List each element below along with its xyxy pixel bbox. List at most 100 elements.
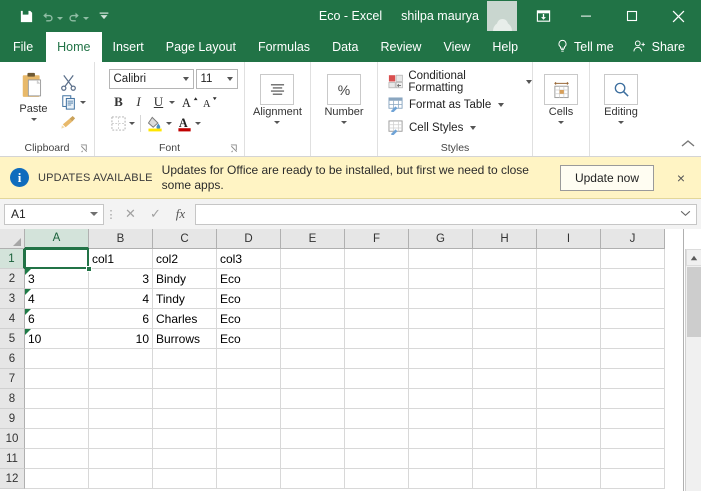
cell-I9[interactable] bbox=[537, 409, 601, 429]
fill-handle[interactable] bbox=[86, 266, 92, 272]
conditional-formatting-caret-icon[interactable] bbox=[526, 80, 532, 84]
cell-B11[interactable] bbox=[89, 449, 153, 469]
cell-B12[interactable] bbox=[89, 469, 153, 489]
conditional-formatting-button[interactable]: Conditional Formatting bbox=[384, 70, 532, 93]
cell-F5[interactable] bbox=[345, 329, 409, 349]
avatar[interactable] bbox=[487, 1, 517, 31]
cell-A10[interactable] bbox=[25, 429, 89, 449]
cell-D1[interactable]: col3 bbox=[217, 249, 281, 269]
cell-E5[interactable] bbox=[281, 329, 345, 349]
cell-styles-caret-icon[interactable] bbox=[470, 126, 476, 130]
row-header-3[interactable]: 3 bbox=[0, 289, 25, 309]
cell-F12[interactable] bbox=[345, 469, 409, 489]
cell-I12[interactable] bbox=[537, 469, 601, 489]
update-now-button[interactable]: Update now bbox=[560, 165, 654, 191]
format-as-table-button[interactable]: Format as Table bbox=[384, 93, 504, 116]
font-color-dropdown-caret-icon[interactable] bbox=[195, 122, 201, 125]
column-header-a[interactable]: A bbox=[25, 229, 89, 249]
cell-J4[interactable] bbox=[601, 309, 665, 329]
cell-J3[interactable] bbox=[601, 289, 665, 309]
cell-I10[interactable] bbox=[537, 429, 601, 449]
cell-F3[interactable] bbox=[345, 289, 409, 309]
save-icon[interactable] bbox=[14, 5, 38, 27]
cell-G2[interactable] bbox=[409, 269, 473, 289]
column-header-h[interactable]: H bbox=[473, 229, 537, 249]
cell-E8[interactable] bbox=[281, 389, 345, 409]
row-header-6[interactable]: 6 bbox=[0, 349, 25, 369]
cell-D11[interactable] bbox=[217, 449, 281, 469]
paste-dropdown-caret-icon[interactable] bbox=[31, 118, 37, 121]
cell-C3[interactable]: Tindy bbox=[153, 289, 217, 309]
cell-C12[interactable] bbox=[153, 469, 217, 489]
cell-B10[interactable] bbox=[89, 429, 153, 449]
increase-font-size-button[interactable]: A bbox=[181, 92, 201, 112]
cut-icon[interactable] bbox=[59, 72, 79, 92]
font-dialog-launcher-icon[interactable] bbox=[229, 142, 239, 152]
cell-F6[interactable] bbox=[345, 349, 409, 369]
cell-D7[interactable] bbox=[217, 369, 281, 389]
clipboard-dialog-launcher-icon[interactable] bbox=[79, 142, 89, 152]
cell-G8[interactable] bbox=[409, 389, 473, 409]
cell-C1[interactable]: col2 bbox=[153, 249, 217, 269]
notification-close-icon[interactable]: × bbox=[669, 170, 693, 186]
tab-file[interactable]: File bbox=[0, 32, 46, 62]
formula-input[interactable] bbox=[195, 204, 697, 225]
font-size-input[interactable]: 11 bbox=[196, 69, 238, 89]
name-box-caret-icon[interactable] bbox=[90, 212, 98, 216]
cell-E4[interactable] bbox=[281, 309, 345, 329]
scrollbar-thumb[interactable] bbox=[687, 267, 701, 337]
cell-H3[interactable] bbox=[473, 289, 537, 309]
cell-F4[interactable] bbox=[345, 309, 409, 329]
cell-G7[interactable] bbox=[409, 369, 473, 389]
cell-H8[interactable] bbox=[473, 389, 537, 409]
cell-F9[interactable] bbox=[345, 409, 409, 429]
cell-J10[interactable] bbox=[601, 429, 665, 449]
cell-B5[interactable]: 10 bbox=[89, 329, 153, 349]
cells-button[interactable]: Cells bbox=[540, 72, 582, 124]
alignment-dropdown-caret-icon[interactable] bbox=[274, 121, 280, 124]
cell-F8[interactable] bbox=[345, 389, 409, 409]
cell-E9[interactable] bbox=[281, 409, 345, 429]
cell-A6[interactable] bbox=[25, 349, 89, 369]
cell-D10[interactable] bbox=[217, 429, 281, 449]
cell-G6[interactable] bbox=[409, 349, 473, 369]
number-button[interactable]: % Number bbox=[320, 72, 367, 124]
cell-I1[interactable] bbox=[537, 249, 601, 269]
cell-J6[interactable] bbox=[601, 349, 665, 369]
insert-function-icon[interactable]: fx bbox=[168, 204, 193, 225]
cell-F1[interactable] bbox=[345, 249, 409, 269]
copy-icon[interactable] bbox=[59, 92, 79, 112]
cell-A9[interactable] bbox=[25, 409, 89, 429]
fill-color-button[interactable] bbox=[146, 113, 166, 133]
cell-C10[interactable] bbox=[153, 429, 217, 449]
cell-I5[interactable] bbox=[537, 329, 601, 349]
row-header-11[interactable]: 11 bbox=[0, 449, 25, 469]
cell-C9[interactable] bbox=[153, 409, 217, 429]
row-header-5[interactable]: 5 bbox=[0, 329, 25, 349]
cell-F11[interactable] bbox=[345, 449, 409, 469]
cell-E6[interactable] bbox=[281, 349, 345, 369]
cell-J1[interactable] bbox=[601, 249, 665, 269]
row-header-8[interactable]: 8 bbox=[0, 389, 25, 409]
cell-G5[interactable] bbox=[409, 329, 473, 349]
borders-dropdown-caret-icon[interactable] bbox=[129, 122, 135, 125]
cell-B3[interactable]: 4 bbox=[89, 289, 153, 309]
column-header-i[interactable]: I bbox=[537, 229, 601, 249]
cell-H9[interactable] bbox=[473, 409, 537, 429]
number-dropdown-caret-icon[interactable] bbox=[341, 121, 347, 124]
cell-E1[interactable] bbox=[281, 249, 345, 269]
row-header-7[interactable]: 7 bbox=[0, 369, 25, 389]
cell-G10[interactable] bbox=[409, 429, 473, 449]
cell-E7[interactable] bbox=[281, 369, 345, 389]
font-name-caret-icon[interactable] bbox=[183, 77, 189, 81]
redo-icon[interactable] bbox=[66, 5, 90, 27]
row-header-4[interactable]: 4 bbox=[0, 309, 25, 329]
cell-H11[interactable] bbox=[473, 449, 537, 469]
cell-C7[interactable] bbox=[153, 369, 217, 389]
cell-I4[interactable] bbox=[537, 309, 601, 329]
close-icon[interactable] bbox=[655, 0, 701, 32]
tab-data[interactable]: Data bbox=[321, 32, 369, 62]
decrease-font-size-button[interactable]: A bbox=[201, 92, 221, 112]
paste-button[interactable]: Paste bbox=[9, 69, 59, 121]
cell-A5[interactable]: 10 bbox=[25, 329, 89, 349]
